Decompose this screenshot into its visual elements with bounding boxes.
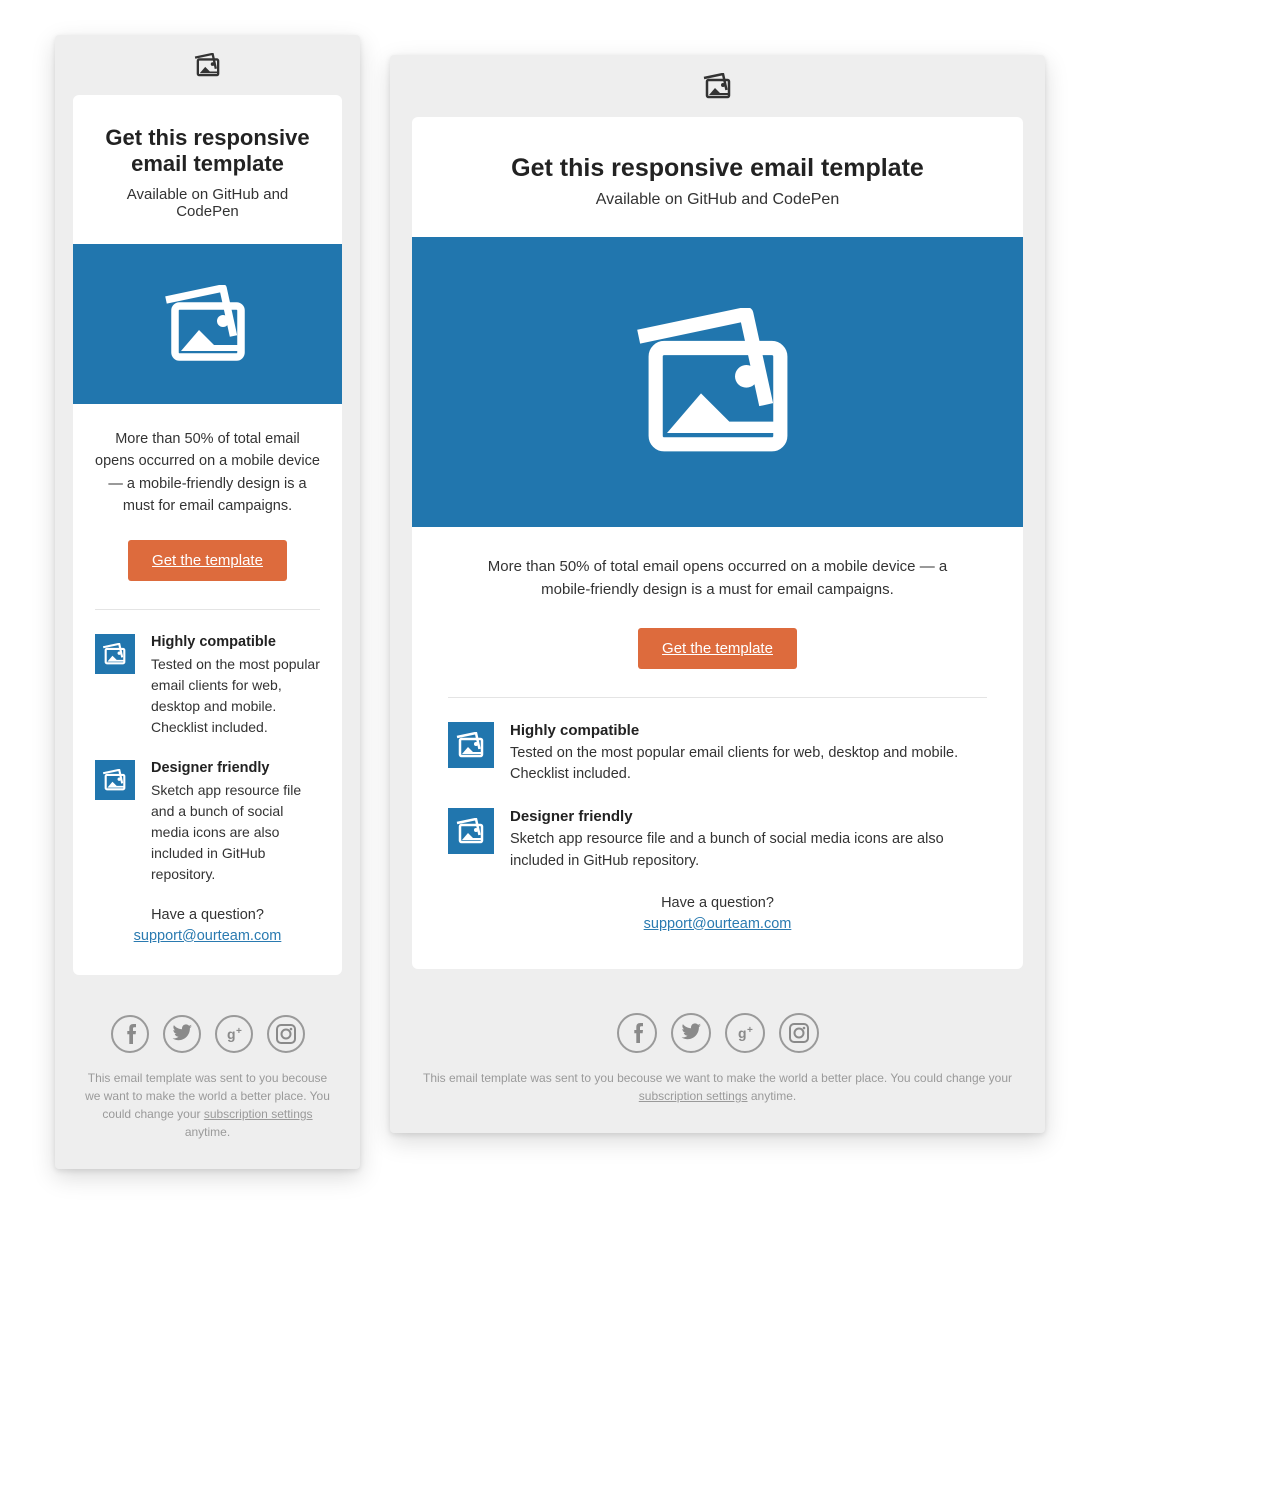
divider [448, 697, 987, 698]
feature-title: Highly compatible [151, 634, 320, 650]
feature-icon [95, 634, 135, 674]
pictures-icon [163, 285, 253, 363]
googleplus-icon[interactable] [215, 1015, 253, 1053]
twitter-icon[interactable] [163, 1015, 201, 1053]
cta-button[interactable]: Get the template [638, 628, 797, 669]
feature-desc: Sketch app resource file and a bunch of … [151, 780, 320, 885]
legal-text: This email template was sent to you beco… [79, 1069, 336, 1141]
pictures-icon [102, 769, 128, 791]
legal-post: anytime. [185, 1125, 230, 1139]
legal-post: anytime. [748, 1089, 797, 1103]
support-email-link[interactable]: support@ourteam.com [644, 916, 792, 932]
pictures-icon [194, 53, 222, 77]
feature-desc: Sketch app resource file and a bunch of … [510, 829, 987, 873]
subscription-settings-link[interactable]: subscription settings [639, 1089, 748, 1103]
email-subheading: Available on GitHub and CodePen [95, 186, 320, 220]
mobile-preview: Get this responsive email template Avail… [55, 35, 360, 1169]
desktop-preview: Get this responsive email template Avail… [390, 55, 1045, 1133]
feature-item: Designer friendly Sketch app resource fi… [95, 760, 320, 885]
facebook-icon[interactable] [111, 1015, 149, 1053]
pictures-icon [633, 308, 803, 456]
email-card: Get this responsive email template Avail… [73, 95, 342, 975]
email-heading: Get this responsive email template [448, 153, 987, 183]
social-row [79, 1015, 336, 1053]
support-email-link[interactable]: support@ourteam.com [134, 928, 282, 944]
feature-title: Designer friendly [151, 760, 320, 776]
googleplus-icon[interactable] [725, 1013, 765, 1053]
feature-item: Highly compatible Tested on the most pop… [448, 722, 987, 787]
feature-desc: Tested on the most popular email clients… [510, 743, 987, 787]
email-body: More than 50% of total email opens occur… [448, 555, 987, 602]
question-block: Have a question? support@ourteam.com [448, 895, 987, 933]
hero-image [412, 237, 1023, 527]
legal-text: This email template was sent to you beco… [414, 1069, 1021, 1105]
social-row [414, 1013, 1021, 1053]
subscription-settings-link[interactable]: subscription settings [204, 1107, 313, 1121]
hero-image [73, 244, 342, 404]
question-text: Have a question? [448, 895, 987, 911]
facebook-icon[interactable] [617, 1013, 657, 1053]
feature-title: Designer friendly [510, 808, 987, 825]
feature-title: Highly compatible [510, 722, 987, 739]
twitter-icon[interactable] [671, 1013, 711, 1053]
feature-icon [95, 760, 135, 800]
feature-item: Highly compatible Tested on the most pop… [95, 634, 320, 738]
feature-item: Designer friendly Sketch app resource fi… [448, 808, 987, 873]
header-logo-strip [390, 55, 1045, 117]
email-body: More than 50% of total email opens occur… [95, 428, 320, 518]
header-logo-strip [55, 35, 360, 95]
cta-button[interactable]: Get the template [128, 540, 287, 581]
pictures-icon [703, 73, 733, 99]
question-block: Have a question? support@ourteam.com [95, 907, 320, 945]
divider [95, 609, 320, 610]
instagram-icon[interactable] [779, 1013, 819, 1053]
legal-pre: This email template was sent to you beco… [423, 1071, 1012, 1085]
email-footer: This email template was sent to you beco… [390, 991, 1045, 1133]
pictures-icon [102, 643, 128, 665]
pictures-icon [456, 818, 486, 844]
instagram-icon[interactable] [267, 1015, 305, 1053]
pictures-icon [456, 732, 486, 758]
feature-desc: Tested on the most popular email clients… [151, 654, 320, 738]
email-card: Get this responsive email template Avail… [412, 117, 1023, 969]
email-heading: Get this responsive email template [95, 125, 320, 178]
feature-icon [448, 808, 494, 854]
question-text: Have a question? [95, 907, 320, 923]
feature-icon [448, 722, 494, 768]
email-subheading: Available on GitHub and CodePen [448, 191, 987, 209]
email-footer: This email template was sent to you beco… [55, 993, 360, 1169]
